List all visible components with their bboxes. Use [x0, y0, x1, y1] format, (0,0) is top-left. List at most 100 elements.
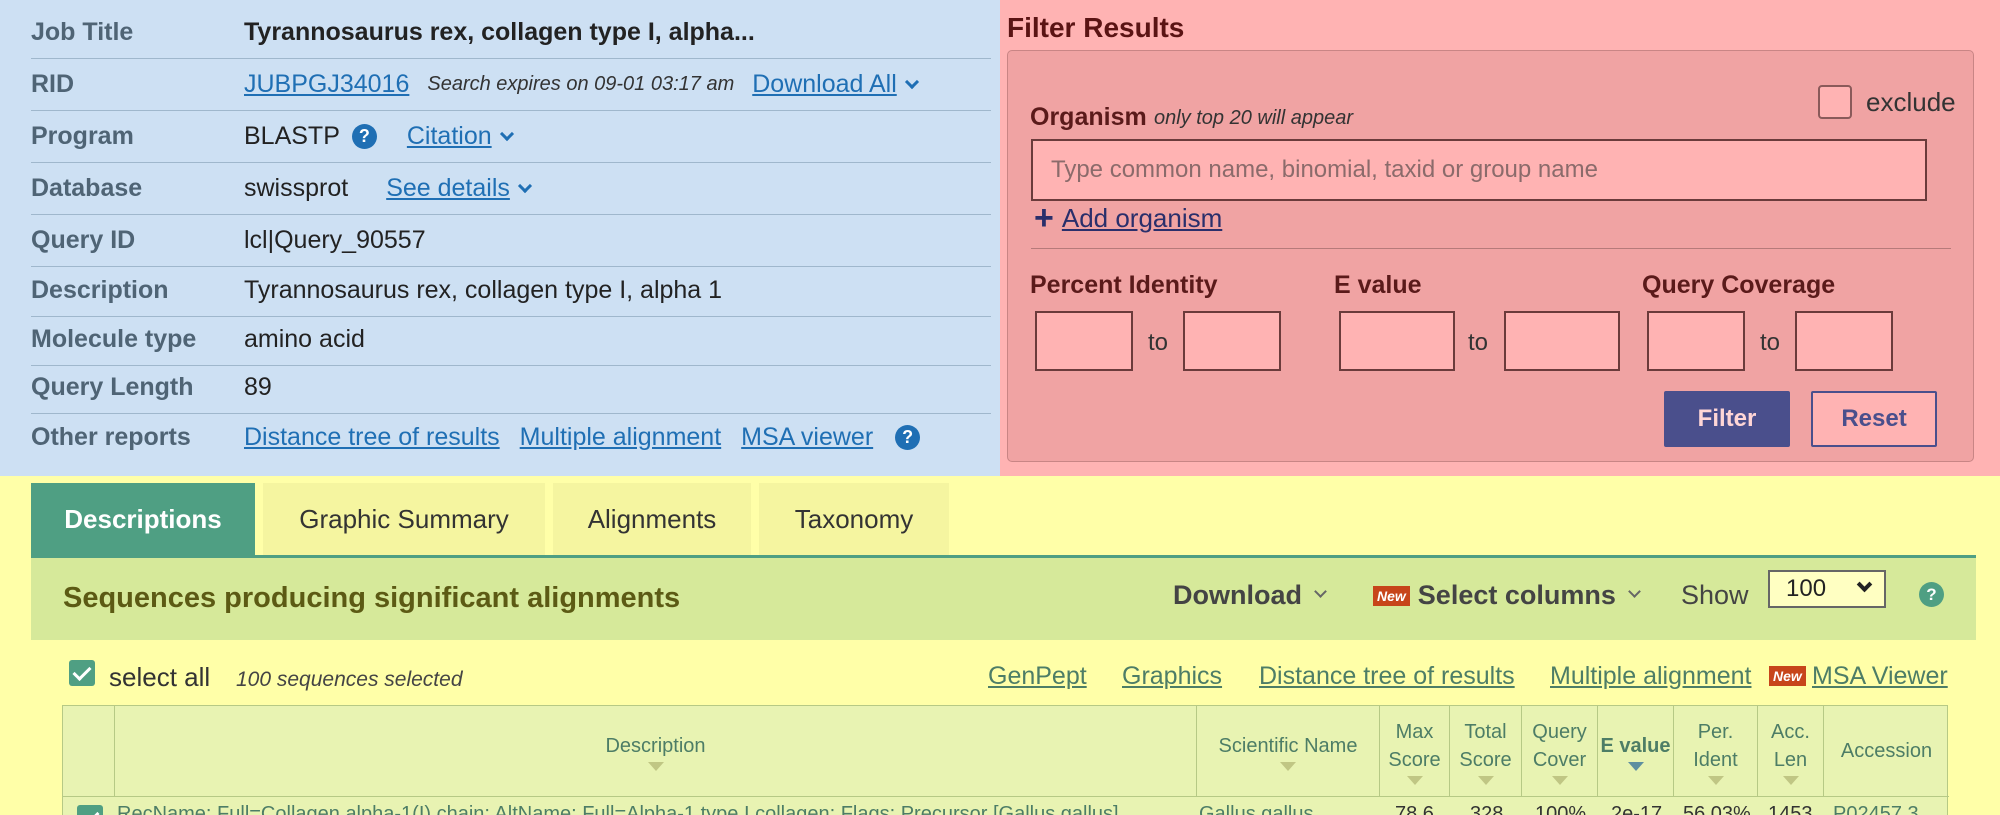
results-header: Sequences producing significant alignmen…: [31, 558, 1976, 640]
table-row[interactable]: RecName: Full=Collagen alpha-1(I) chain;…: [63, 796, 1949, 815]
sort-icon: [1406, 775, 1423, 785]
tab-alignments[interactable]: Alignments: [553, 483, 751, 555]
add-organism-label: Add organism: [1061, 202, 1223, 233]
database-row: Database swissprot See details: [31, 163, 991, 215]
e-value-to-input[interactable]: [1504, 311, 1620, 371]
to-label: to: [1760, 329, 1781, 356]
col-query-cover[interactable]: Query Cover: [1522, 706, 1598, 796]
download-dropdown[interactable]: Download: [1173, 580, 1327, 611]
col-accession-label: Accession: [1840, 740, 1933, 762]
col-e-value[interactable]: E value: [1598, 706, 1674, 796]
show-count-value: 100: [1786, 575, 1827, 602]
multiple-alignment-link[interactable]: Multiple alignment: [1550, 662, 1752, 691]
col-scientific-name[interactable]: Scientific Name: [1197, 706, 1380, 796]
chevron-down-icon: [1856, 576, 1873, 593]
col-accession: Accession: [1824, 706, 1949, 796]
row-checkbox[interactable]: [77, 805, 103, 815]
download-label: Download: [1173, 580, 1302, 610]
row-e-value: 2e-17: [1611, 803, 1663, 815]
molecule-type-label: Molecule type: [31, 325, 197, 353]
percent-identity-to-input[interactable]: [1183, 311, 1281, 371]
show-count-select[interactable]: 100: [1768, 570, 1886, 608]
col-acc-len[interactable]: Acc. Len: [1758, 706, 1824, 796]
selected-count: 100 sequences selected: [236, 668, 463, 691]
col-query-cover-label: Query Cover: [1532, 720, 1587, 771]
reset-button[interactable]: Reset: [1811, 391, 1937, 447]
organism-label: Organism: [1030, 103, 1147, 131]
query-coverage-label: Query Coverage: [1642, 271, 1836, 299]
show-label: Show: [1681, 580, 1749, 610]
result-tabs: Descriptions Graphic Summary Alignments …: [31, 483, 957, 555]
results-table: Description Scientific Name Max Score To…: [62, 705, 1949, 815]
filter-box: Organism only top 20 will appear exclude…: [1007, 50, 1974, 462]
results-title: Sequences producing significant alignmen…: [63, 582, 681, 614]
sort-icon: [1280, 761, 1296, 771]
percent-identity-from-input[interactable]: [1035, 311, 1133, 371]
query-coverage-to-input[interactable]: [1795, 311, 1893, 371]
row-query-cover: 100%: [1535, 803, 1587, 815]
query-length-label: Query Length: [31, 373, 194, 401]
organism-input[interactable]: Type common name, binomial, taxid or gro…: [1031, 139, 1927, 201]
tab-descriptions[interactable]: Descriptions: [31, 483, 255, 555]
download-all-link[interactable]: Download All: [752, 70, 897, 99]
distance-tree-link[interactable]: Distance tree of results: [1259, 662, 1515, 691]
other-reports-label: Other reports: [31, 422, 191, 451]
filter-button[interactable]: Filter: [1664, 391, 1790, 447]
row-description-link[interactable]: RecName: Full=Collagen alpha-1(I) chain;…: [117, 803, 1119, 815]
help-icon[interactable]: ?: [895, 424, 921, 450]
graphics-link[interactable]: Graphics: [1122, 662, 1222, 691]
col-total-score-label: Total Score: [1459, 720, 1512, 771]
help-icon[interactable]: ?: [351, 124, 377, 149]
col-per-ident[interactable]: Per. Ident: [1674, 706, 1758, 796]
search-expires-note: Search expires on 09-01 03:17 am: [427, 73, 735, 95]
query-length-row: Query Length 89: [31, 362, 991, 414]
col-max-score-label: Max Score: [1388, 720, 1441, 771]
multiple-alignment-link[interactable]: Multiple alignment: [520, 423, 722, 452]
row-scientific-name-link[interactable]: Gallus gallus: [1199, 803, 1314, 815]
new-badge: New: [1769, 666, 1806, 686]
rid-link[interactable]: JUBPGJ34016: [244, 70, 409, 99]
description-row: Description Tyrannosaurus rex, collagen …: [31, 265, 991, 317]
col-per-ident-label: Per. Ident: [1693, 720, 1738, 771]
row-max-score: 78.6: [1395, 803, 1434, 815]
header-checkbox-cell: [63, 706, 115, 796]
query-id-row: Query ID lcl|Query_90557: [31, 215, 991, 267]
to-label: to: [1468, 329, 1489, 356]
query-length-value: 89: [244, 373, 272, 401]
genpept-link[interactable]: GenPept: [988, 662, 1087, 691]
rid-label: RID: [31, 70, 75, 98]
chevron-down-icon[interactable]: [499, 126, 514, 141]
distance-tree-link[interactable]: Distance tree of results: [244, 423, 500, 452]
see-details-link[interactable]: See details: [386, 174, 510, 203]
select-columns-label: Select columns: [1417, 580, 1616, 610]
tab-graphic-summary[interactable]: Graphic Summary: [263, 483, 545, 555]
row-acc-len: 1453: [1768, 803, 1813, 815]
row-per-ident: 56.03%: [1683, 803, 1751, 815]
exclude-checkbox[interactable]: [1818, 85, 1852, 119]
msa-viewer-link[interactable]: MSA viewer: [741, 423, 873, 452]
help-icon[interactable]: ?: [1919, 582, 1944, 607]
row-accession-link[interactable]: P02457.3: [1833, 803, 1919, 815]
sort-icon: [1782, 775, 1799, 785]
e-value-from-input[interactable]: [1339, 311, 1455, 371]
other-reports-row: Other reports Distance tree of results M…: [31, 411, 991, 463]
msa-viewer-link[interactable]: MSA Viewer: [1812, 662, 1948, 691]
citation-link[interactable]: Citation: [407, 122, 492, 151]
chevron-down-icon: [1628, 585, 1641, 598]
select-all-checkbox[interactable]: [69, 660, 95, 686]
col-max-score[interactable]: Max Score: [1380, 706, 1450, 796]
description-label: Description: [31, 276, 169, 304]
query-coverage-from-input[interactable]: [1647, 311, 1745, 371]
filter-title: Filter Results: [1007, 12, 1185, 43]
select-columns-dropdown[interactable]: New Select columns: [1373, 580, 1641, 611]
sort-icon: [1707, 775, 1724, 785]
database-label: Database: [31, 174, 143, 202]
divider: [1031, 248, 1951, 249]
chevron-down-icon[interactable]: [517, 178, 532, 193]
col-total-score[interactable]: Total Score: [1450, 706, 1522, 796]
add-organism-link[interactable]: + Add organism: [1034, 201, 1222, 235]
col-description[interactable]: Description: [115, 706, 1197, 796]
tab-taxonomy[interactable]: Taxonomy: [759, 483, 949, 555]
chevron-down-icon[interactable]: [904, 74, 919, 89]
job-title-row: Job Title Tyrannosaurus rex, collagen ty…: [31, 7, 991, 59]
